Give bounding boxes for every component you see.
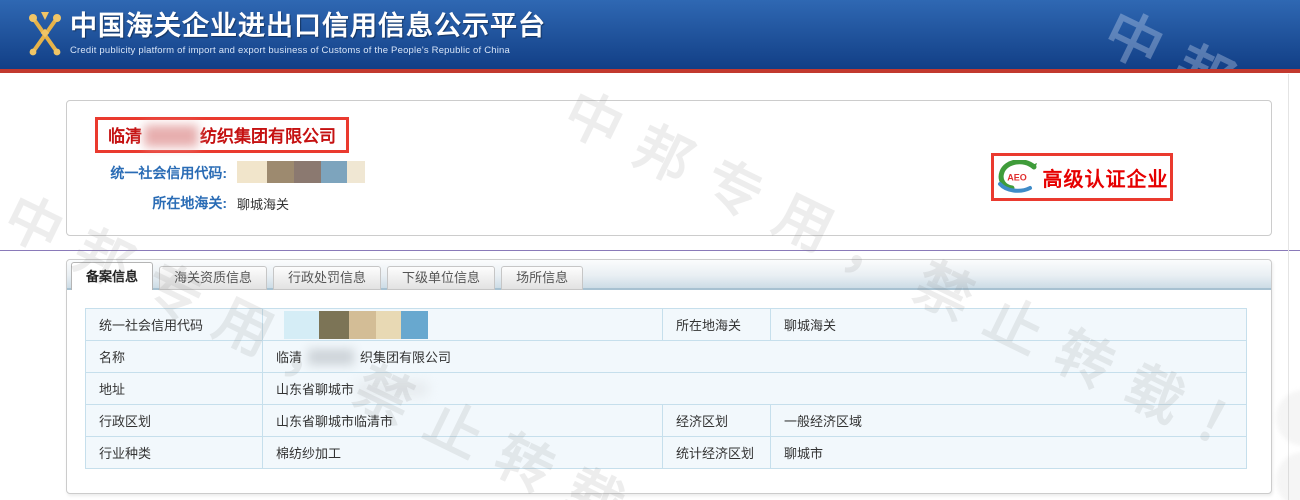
customs-cell-label: 所在地海关 bbox=[663, 309, 771, 341]
company-name-highlight-box: 临清纺织集团有限公司 bbox=[95, 117, 349, 153]
separator-line bbox=[0, 250, 1300, 251]
address-cell-value: 山东省聊城市 bbox=[263, 373, 1247, 405]
redacted-address-blur bbox=[356, 382, 428, 396]
table-row: 统一社会信用代码 所在地海关 聊城海关 bbox=[86, 309, 1247, 341]
customs-value: 聊城海关 bbox=[237, 193, 289, 213]
site-header: 中国海关企业进出口信用信息公示平台 Credit publicity platf… bbox=[0, 0, 1300, 69]
tab-administrative-penalty-info[interactable]: 行政处罚信息 bbox=[273, 266, 381, 290]
industry-cell-label: 行业种类 bbox=[86, 437, 263, 469]
redacted-name-blur bbox=[308, 349, 354, 365]
aeo-logo-icon: AEO bbox=[996, 160, 1038, 194]
name-cell-value: 临清织集团有限公司 bbox=[263, 341, 1247, 373]
detail-panel: 备案信息 海关资质信息 行政处罚信息 下级单位信息 场所信息 统一社会信用代码 … bbox=[66, 259, 1272, 494]
economic-zone-cell-value: 一般经济区域 bbox=[771, 405, 1247, 437]
page-subtitle: Credit publicity platform of import and … bbox=[70, 45, 546, 56]
aeo-badge-label: 高级认证企业 bbox=[1043, 163, 1169, 192]
credit-code-cell-value bbox=[263, 309, 663, 341]
page: 中国海关企业进出口信用信息公示平台 Credit publicity platf… bbox=[0, 0, 1300, 500]
name-cell-label: 名称 bbox=[86, 341, 263, 373]
tab-customs-qualification-info[interactable]: 海关资质信息 bbox=[159, 266, 267, 290]
table-row: 行业种类 棉纺纱加工 统计经济区划 聊城市 bbox=[86, 437, 1247, 469]
header-red-strip bbox=[0, 69, 1300, 73]
tab-premises-info[interactable]: 场所信息 bbox=[501, 266, 583, 290]
customs-label: 所在地海关: bbox=[67, 193, 227, 213]
watermark-header: 中邦专用，禁止转载！ bbox=[1092, 0, 1300, 69]
page-edge-line bbox=[1288, 74, 1289, 500]
redacted-credit-code bbox=[284, 311, 428, 339]
aeo-badge-highlight-box: AEO 高级认证企业 bbox=[991, 153, 1173, 201]
stat-economic-zone-cell-value: 聊城市 bbox=[771, 437, 1247, 469]
svg-text:AEO: AEO bbox=[1007, 173, 1027, 183]
table-row: 名称 临清织集团有限公司 bbox=[86, 341, 1247, 373]
table-row: 地址 山东省聊城市 bbox=[86, 373, 1247, 405]
economic-zone-cell-label: 经济区划 bbox=[663, 405, 771, 437]
table-row: 行政区划 山东省聊城市临清市 经济区划 一般经济区域 bbox=[86, 405, 1247, 437]
tab-subordinate-unit-info[interactable]: 下级单位信息 bbox=[387, 266, 495, 290]
customs-cell-value: 聊城海关 bbox=[771, 309, 1247, 341]
filing-info-table: 统一社会信用代码 所在地海关 聊城海关 名称 临清织集团有限公司 地址 山东省聊… bbox=[85, 308, 1247, 469]
tab-filing-info[interactable]: 备案信息 bbox=[71, 262, 153, 290]
admin-division-cell-label: 行政区划 bbox=[86, 405, 263, 437]
credit-code-label: 统一社会信用代码: bbox=[67, 163, 227, 183]
admin-division-cell-value: 山东省聊城市临清市 bbox=[263, 405, 663, 437]
title-block: 中国海关企业进出口信用信息公示平台 Credit publicity platf… bbox=[70, 8, 546, 56]
credit-code-cell-label: 统一社会信用代码 bbox=[86, 309, 263, 341]
customs-emblem-icon bbox=[26, 10, 64, 58]
page-title: 中国海关企业进出口信用信息公示平台 bbox=[70, 8, 546, 44]
address-cell-label: 地址 bbox=[86, 373, 263, 405]
stat-economic-zone-cell-label: 统计经济区划 bbox=[663, 437, 771, 469]
company-summary-panel: 临清纺织集团有限公司 统一社会信用代码: 所在地海关: 聊城海关 AEO 高级认… bbox=[66, 100, 1272, 236]
industry-cell-value: 棉纺纱加工 bbox=[263, 437, 663, 469]
company-name: 临清纺织集团有限公司 bbox=[108, 127, 336, 146]
redacted-name-blur bbox=[144, 125, 198, 147]
tab-list: 备案信息 海关资质信息 行政处罚信息 下级单位信息 场所信息 bbox=[71, 262, 583, 290]
redacted-credit-code bbox=[237, 161, 365, 183]
